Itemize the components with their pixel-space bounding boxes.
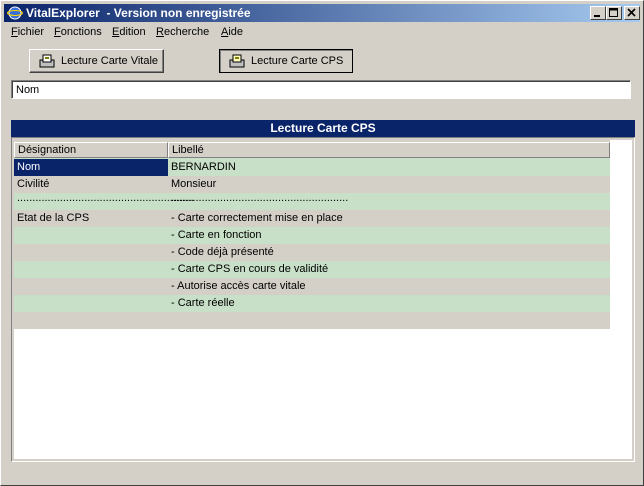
table-row[interactable] (14, 312, 610, 329)
app-window: VitalExplorer - Version non enregistrée … (0, 0, 644, 486)
menu-fonctions[interactable]: Fonctions (54, 26, 102, 38)
close-button[interactable] (624, 6, 640, 20)
search-input-value: Nom (16, 84, 40, 96)
menu-recherche[interactable]: Recherche (156, 26, 209, 38)
card-reader-icon (39, 54, 55, 68)
column-header-libelle[interactable]: Libellé (168, 142, 610, 158)
data-grid[interactable]: Désignation Libellé Nom BERNARDIN Civili… (11, 137, 635, 462)
table-row[interactable]: Nom BERNARDIN (14, 159, 610, 176)
table-row[interactable]: - Autorise accès carte vitale (14, 278, 610, 295)
menu-aide[interactable]: Aide (221, 26, 243, 38)
window-title: VitalExplorer - Version non enregistrée (26, 6, 251, 20)
app-logo-icon (7, 6, 23, 20)
read-carte-vitale-button[interactable]: Lecture Carte Vitale (29, 49, 164, 73)
card-reader-icon (229, 54, 245, 68)
table-row[interactable]: - Carte CPS en cours de validité (14, 261, 610, 278)
table-row[interactable]: Etat de la CPS - Carte correctement mise… (14, 210, 610, 227)
minimize-icon (594, 15, 600, 17)
minimize-button[interactable] (590, 6, 606, 20)
table-row[interactable]: - Code déjà présenté (14, 244, 610, 261)
search-input[interactable]: Nom (11, 80, 631, 99)
column-header-designation[interactable]: Désignation (14, 142, 168, 158)
menu-edition[interactable]: Edition (112, 26, 146, 38)
panel-title: Lecture Carte CPS (11, 120, 635, 137)
close-icon (627, 8, 636, 17)
title-bar[interactable]: VitalExplorer - Version non enregistrée (4, 4, 640, 22)
menu-fichier[interactable]: Fichier (11, 26, 44, 38)
table-row[interactable]: Civilité Monsieur (14, 176, 610, 193)
maximize-button[interactable] (606, 6, 622, 20)
table-row[interactable]: ........................................… (14, 192, 610, 210)
table-row[interactable]: - Carte en fonction (14, 227, 610, 244)
table-row[interactable]: - Carte réelle (14, 295, 610, 312)
maximize-icon (609, 8, 618, 17)
read-carte-cps-button[interactable]: Lecture Carte CPS (219, 49, 353, 73)
